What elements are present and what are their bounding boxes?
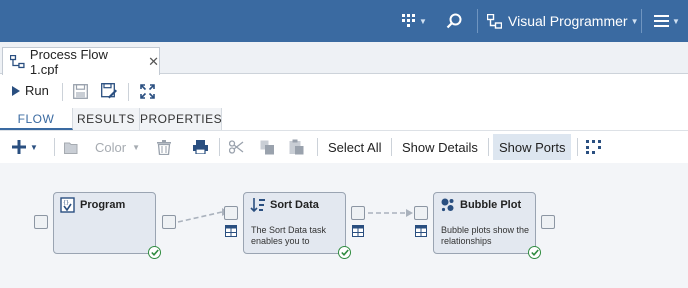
node-program[interactable]: {} Program: [53, 192, 156, 254]
output-port[interactable]: [351, 206, 365, 220]
process-flow-icon: [10, 54, 25, 68]
toolbar-divider: [128, 83, 129, 101]
copy-icon: [260, 140, 274, 154]
tab-label: Process Flow 1.cpf: [29, 46, 108, 77]
paste-button[interactable]: [289, 131, 304, 163]
node-title: Sort Data: [270, 199, 319, 211]
node-description: Bubble plots show the relationships: [441, 225, 530, 246]
select-all-button[interactable]: Select All: [328, 131, 381, 163]
scissors-icon: [229, 140, 244, 154]
toolbar-divider: [219, 138, 220, 156]
play-icon: [12, 85, 20, 96]
document-tab-strip: Process Flow 1.cpf ✕: [0, 42, 688, 77]
search-icon: [446, 13, 462, 29]
tab-process-flow[interactable]: Process Flow 1.cpf ✕: [2, 46, 160, 77]
input-port[interactable]: [224, 206, 238, 220]
show-details-button[interactable]: Show Details: [402, 131, 478, 163]
layout-button[interactable]: [586, 131, 602, 163]
save-as-button[interactable]: [101, 83, 117, 99]
node-description: The Sort Data task enables you to: [251, 225, 327, 246]
chevron-down-icon: ▼: [672, 16, 680, 26]
folder-icon: [64, 142, 78, 154]
header-divider: [477, 9, 478, 33]
apps-menu-button[interactable]: ▼: [402, 11, 427, 31]
node-bubble-plot[interactable]: Bubble Plot Bubble plots show the relati…: [433, 192, 536, 254]
main-menu-button[interactable]: ▼: [654, 11, 680, 31]
program-code-icon: {}: [60, 197, 75, 213]
maximize-button[interactable]: [139, 83, 155, 99]
table-icon: [225, 225, 237, 237]
toolbar-divider: [54, 138, 55, 156]
print-button[interactable]: [193, 131, 208, 163]
output-port[interactable]: [541, 215, 555, 229]
chevron-down-icon: ▼: [30, 142, 38, 152]
save-icon: [72, 83, 88, 99]
cut-button[interactable]: [229, 131, 244, 163]
app-title: Visual Programmer: [508, 13, 628, 29]
toolbar-divider: [391, 138, 392, 156]
trash-icon: [157, 139, 171, 155]
table-icon: [415, 225, 427, 237]
node-title: Bubble Plot: [460, 199, 522, 211]
flow-icon: [487, 13, 502, 29]
toolbar-divider: [62, 83, 63, 101]
node-title: Program: [80, 199, 126, 211]
success-check-icon: [148, 246, 161, 259]
toolbar-divider: [577, 138, 578, 156]
toolbar-divider: [488, 138, 489, 156]
arrange-icon: [586, 140, 601, 154]
header-divider: [641, 9, 642, 33]
sort-icon: [250, 198, 265, 213]
connector-line: [177, 211, 223, 223]
color-label: Color: [95, 139, 127, 155]
save-as-icon: [101, 83, 117, 99]
input-port[interactable]: [414, 206, 428, 220]
plus-icon: [12, 140, 26, 154]
app-header: ▼ Visual Programmer ▼ ▼: [0, 0, 688, 42]
toolbar-divider: [317, 138, 318, 156]
input-port[interactable]: [34, 215, 48, 229]
success-check-icon: [528, 246, 541, 259]
show-ports-button[interactable]: Show Ports: [493, 134, 572, 160]
chevron-down-icon: ▼: [419, 16, 427, 26]
chevron-down-icon: ▼: [132, 142, 140, 152]
output-port[interactable]: [162, 215, 176, 229]
apps-grid-icon: [402, 14, 415, 27]
close-icon[interactable]: ✕: [148, 54, 159, 70]
flow-toolbar: ▼ Color ▼ Select All Show Details Show P…: [0, 130, 688, 163]
printer-icon: [193, 140, 208, 154]
node-sort-data[interactable]: Sort Data The Sort Data task enables you…: [243, 192, 346, 254]
tab-properties[interactable]: PROPERTIES: [140, 108, 222, 130]
app-switcher[interactable]: Visual Programmer ▼: [487, 11, 638, 31]
tab-results[interactable]: RESULTS: [73, 108, 140, 130]
save-button[interactable]: [72, 83, 88, 99]
bubble-chart-icon: [441, 198, 454, 212]
expand-icon: [139, 83, 155, 99]
tab-flow[interactable]: FLOW: [0, 108, 73, 130]
paste-icon: [289, 139, 304, 155]
run-button[interactable]: Run: [12, 83, 49, 98]
chevron-down-icon: ▼: [630, 16, 639, 26]
success-check-icon: [338, 246, 351, 259]
run-label: Run: [25, 83, 49, 98]
color-dropdown[interactable]: Color ▼: [95, 131, 140, 163]
table-icon: [352, 225, 364, 237]
connector-arrowhead: [406, 209, 413, 217]
flow-canvas[interactable]: {} Program Sort Data The Sort Data task …: [0, 163, 688, 288]
copy-button[interactable]: [260, 131, 275, 163]
menu-icon: [654, 14, 669, 27]
delete-button[interactable]: [157, 131, 171, 163]
search-button[interactable]: [446, 11, 462, 31]
svg-text:{}: {}: [63, 200, 69, 206]
open-folder-button[interactable]: [64, 131, 80, 163]
view-tabs: FLOW RESULTS PROPERTIES: [0, 108, 688, 130]
add-node-button[interactable]: ▼: [12, 131, 38, 163]
run-toolbar: Run: [0, 75, 688, 107]
